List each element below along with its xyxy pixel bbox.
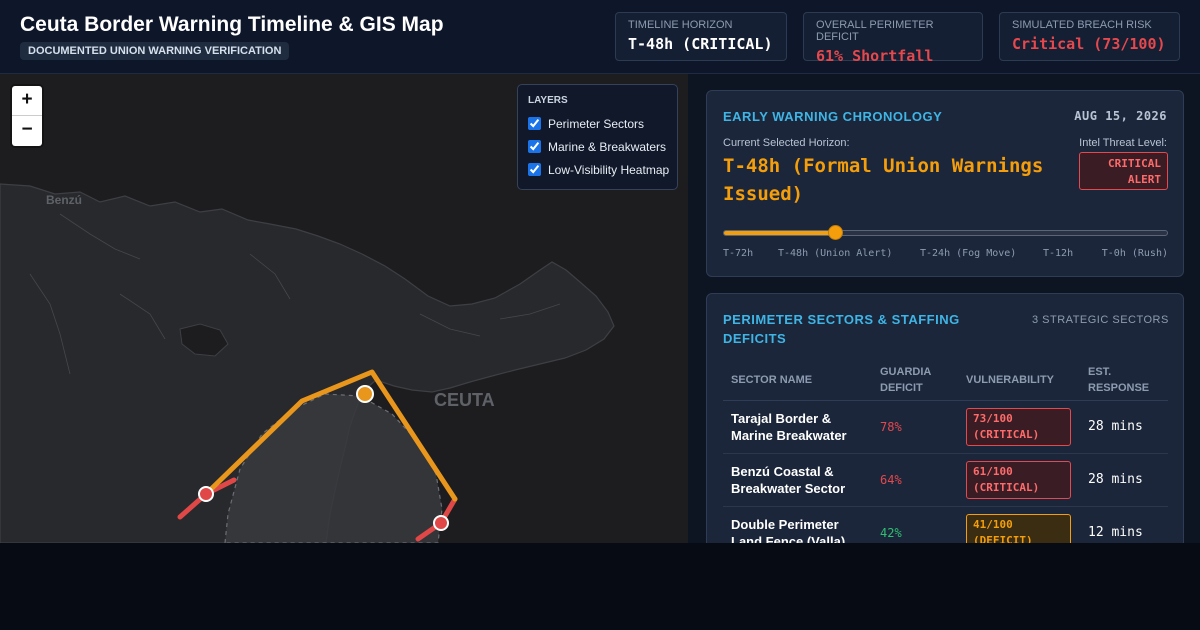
- tick-label: T-24h (Fog Move): [920, 248, 1017, 259]
- vulnerability-badge: 41/100 (DEFICIT): [966, 513, 1071, 543]
- metric-value: Critical (73/100): [1012, 35, 1166, 53]
- tick-label: T-0h (Rush): [1101, 248, 1168, 259]
- vulnerability-badge: 61/100 (CRITICAL): [966, 460, 1071, 499]
- chronology-panel: EARLY WARNING CHRONOLOGY AUG 15, 2026 Cu…: [706, 90, 1184, 277]
- column-header: EST. RESPONSE: [1080, 360, 1168, 401]
- layer-label: Perimeter Sectors: [548, 116, 645, 131]
- zoom-in-button[interactable]: +: [12, 86, 42, 116]
- table-row[interactable]: Benzú Coastal & Breakwater Sector 64% 61…: [723, 453, 1168, 507]
- sectors-table-body: Tarajal Border & Marine Breakwater 78% 7…: [723, 400, 1168, 543]
- page-title: Ceuta Border Warning Timeline & GIS Map: [20, 13, 444, 36]
- layer-toggle-marine[interactable]: Marine & Breakwaters: [528, 135, 667, 158]
- layer-checkbox-marine[interactable]: [528, 140, 541, 153]
- metric-timeline-horizon: TIMELINE HORIZON T-48h (CRITICAL): [615, 12, 787, 61]
- slider-thumb[interactable]: [827, 225, 843, 240]
- sectors-title: PERIMETER SECTORS & STAFFING DEFICITS: [723, 312, 960, 346]
- sector-deficit: 78%: [872, 400, 958, 454]
- sector-response: 28 mins: [1080, 453, 1168, 507]
- tick-label: T-48h (Union Alert): [778, 248, 893, 259]
- table-header-row: SECTOR NAME GUARDIA DEFICIT VULNERABILIT…: [723, 360, 1168, 401]
- column-header: GUARDIA DEFICIT: [872, 360, 958, 401]
- app-viewport: Ceuta Border Warning Timeline & GIS Map …: [0, 0, 1200, 543]
- chronology-title: EARLY WARNING CHRONOLOGY: [723, 109, 943, 124]
- map-label-ceuta: CEUTA: [434, 390, 495, 410]
- layers-panel: LAYERS Perimeter Sectors Marine & Breakw…: [517, 84, 678, 190]
- zoom-out-button[interactable]: −: [12, 116, 42, 146]
- zoom-control: + −: [12, 86, 42, 146]
- metric-perimeter-deficit: OVERALL PERIMETER DEFICIT 61% Shortfall: [803, 12, 983, 65]
- tick-label: T-12h: [1043, 248, 1074, 259]
- layer-toggle-perimeter[interactable]: Perimeter Sectors: [528, 112, 667, 135]
- layer-checkbox-perimeter[interactable]: [528, 117, 541, 130]
- layer-toggle-heatmap[interactable]: Low-Visibility Heatmap: [528, 158, 670, 181]
- gis-map[interactable]: Benzú CEUTA + − LAYERS Perimeter Sectors…: [0, 74, 688, 543]
- sector-deficit: 42%: [872, 506, 958, 543]
- sector-name: Tarajal Border & Marine Breakwater: [723, 400, 872, 454]
- subtitle-badge: DOCUMENTED UNION WARNING VERIFICATION: [20, 42, 290, 60]
- metric-value: T-48h (CRITICAL): [628, 35, 773, 53]
- sector-name: Double Perimeter Land Fence (Valla): [723, 506, 872, 543]
- map-label-benzu: Benzú: [46, 193, 82, 207]
- column-header: SECTOR NAME: [723, 360, 872, 401]
- layer-label: Low-Visibility Heatmap: [548, 162, 670, 177]
- layer-label: Marine & Breakwaters: [548, 139, 667, 154]
- slider-fill: [724, 231, 835, 235]
- threat-label: Intel Threat Level:: [1079, 137, 1167, 149]
- sector-marker-tarajal[interactable]: [433, 515, 449, 531]
- timeline-slider[interactable]: [723, 225, 1168, 240]
- sector-marker-fence[interactable]: [356, 385, 374, 403]
- sectors-count: 3 STRATEGIC SECTORS: [1032, 314, 1169, 326]
- sector-marker-benzu[interactable]: [198, 486, 214, 502]
- sector-deficit: 64%: [872, 453, 958, 507]
- metric-label: OVERALL PERIMETER DEFICIT: [816, 19, 934, 43]
- chronology-date: AUG 15, 2026: [1074, 109, 1167, 123]
- vulnerability-badge: 73/100 (CRITICAL): [966, 407, 1071, 446]
- horizon-label: Current Selected Horizon:: [723, 137, 850, 149]
- metric-breach-risk: SIMULATED BREACH RISK Critical (73/100): [999, 12, 1180, 61]
- sector-name: Benzú Coastal & Breakwater Sector: [723, 453, 872, 507]
- metric-label: TIMELINE HORIZON: [628, 19, 733, 31]
- sector-response: 28 mins: [1080, 400, 1168, 454]
- layer-checkbox-heatmap[interactable]: [528, 163, 541, 176]
- column-header: VULNERABILITY: [958, 360, 1080, 401]
- metric-value: 61% Shortfall: [816, 47, 934, 65]
- table-row[interactable]: Double Perimeter Land Fence (Valla) 42% …: [723, 506, 1168, 543]
- threat-level-badge: CRITICAL ALERT: [1079, 152, 1168, 190]
- table-row[interactable]: Tarajal Border & Marine Breakwater 78% 7…: [723, 400, 1168, 454]
- tick-label: T-72h: [723, 248, 754, 259]
- sectors-table: SECTOR NAME GUARDIA DEFICIT VULNERABILIT…: [723, 360, 1168, 543]
- top-header: Ceuta Border Warning Timeline & GIS Map …: [0, 0, 1200, 74]
- sectors-panel: PERIMETER SECTORS & STAFFING DEFICITS 3 …: [706, 293, 1184, 543]
- metric-label: SIMULATED BREACH RISK: [1012, 19, 1152, 31]
- layers-title: LAYERS: [528, 95, 568, 106]
- sector-response: 12 mins: [1080, 506, 1168, 543]
- horizon-value: T-48h (Formal Union Warnings Issued): [723, 155, 1044, 205]
